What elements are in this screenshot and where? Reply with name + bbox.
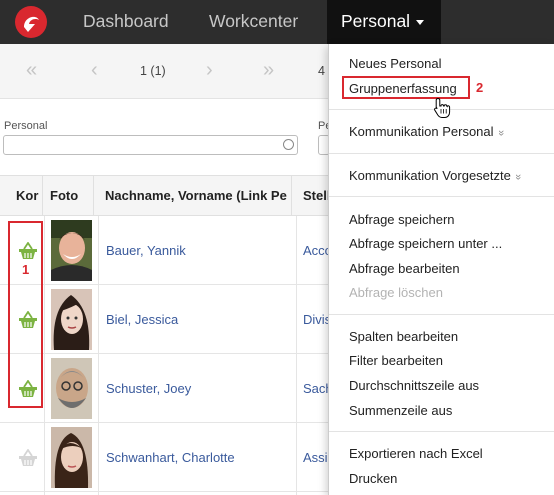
menu-divider — [329, 196, 554, 197]
column-divider — [44, 216, 45, 495]
nav-dashboard[interactable]: Dashboard — [72, 0, 180, 44]
table-row[interactable]: Biel, Jessica Divis — [0, 285, 330, 354]
record-count: 4 — [318, 64, 325, 78]
filter-personal-label: Personal — [4, 120, 48, 132]
menu-item-abfrage-loeschen: Abfrage löschen — [349, 285, 443, 300]
pager: « ‹ 1 (1) › » 4 — [0, 44, 330, 99]
menu-item-neues-personal[interactable]: Neues Personal — [349, 56, 442, 71]
double-chevron-down-icon: » — [494, 129, 507, 137]
column-divider — [296, 216, 297, 495]
caret-down-icon — [416, 19, 425, 25]
filter-personal-input[interactable] — [3, 135, 298, 155]
menu-item-kommunikation-personal-label: Kommunikation Personal — [349, 124, 494, 139]
top-navbar: Dashboard Workcenter Personal — [0, 0, 554, 44]
table-row[interactable]: Bauer, Yannik Acco — [0, 216, 330, 285]
annotation-label-1: 1 — [22, 262, 30, 277]
employee-name-link[interactable]: Biel, Jessica — [106, 285, 178, 354]
menu-item-kommunikation-personal[interactable]: Kommunikation Personal» — [349, 124, 507, 139]
employee-name-link[interactable]: Schuster, Joey — [106, 354, 191, 423]
nav-personal[interactable]: Personal — [327, 0, 441, 44]
employee-name-link[interactable]: Schwanhart, Charlotte — [106, 423, 235, 492]
menu-item-abfrage-speichern[interactable]: Abfrage speichern — [349, 212, 455, 227]
col-header-foto[interactable]: Foto — [44, 176, 94, 216]
page-indicator: 1 (1) — [140, 64, 166, 78]
menu-item-exportieren-excel[interactable]: Exportieren nach Excel — [349, 446, 483, 461]
col-header-kor[interactable]: Kor — [10, 176, 43, 216]
menu-divider — [329, 431, 554, 432]
menu-item-filter-bearbeiten[interactable]: Filter bearbeiten — [349, 353, 443, 368]
annotation-box-2 — [342, 76, 470, 99]
menu-divider — [329, 153, 554, 154]
col-header-stelle[interactable]: Stell — [297, 176, 330, 216]
annotation-label-2: 2 — [476, 80, 484, 95]
prev-page-icon[interactable]: ‹ — [91, 60, 98, 80]
menu-item-abfrage-speichern-unter[interactable]: Abfrage speichern unter ... — [349, 236, 502, 251]
employee-photo — [51, 427, 92, 488]
menu-item-kommunikation-vorgesetzte-label: Kommunikation Vorgesetzte — [349, 168, 511, 183]
employee-photo — [51, 289, 92, 350]
menu-item-kommunikation-vorgesetzte[interactable]: Kommunikation Vorgesetzte» — [349, 168, 524, 183]
employee-stelle-link[interactable]: Sach — [303, 354, 330, 423]
employee-stelle-link[interactable]: Acco — [303, 216, 330, 285]
first-page-icon[interactable]: « — [26, 60, 37, 80]
annotation-box-1 — [8, 221, 43, 408]
nav-workcenter[interactable]: Workcenter — [198, 0, 309, 44]
menu-item-summenzeile[interactable]: Summenzeile aus — [349, 403, 452, 418]
employee-name-link[interactable]: Bauer, Yannik — [106, 216, 186, 285]
hand-cursor-icon — [434, 97, 451, 118]
employee-stelle-link[interactable]: Divis — [303, 285, 330, 354]
next-page-icon[interactable]: › — [206, 60, 213, 80]
search-icon[interactable] — [283, 139, 294, 150]
employee-photo — [51, 358, 92, 419]
employee-photo — [51, 220, 92, 281]
basket-icon[interactable] — [18, 449, 38, 467]
menu-item-durchschnittszeile[interactable]: Durchschnittszeile aus — [349, 378, 479, 393]
col-header-name[interactable]: Nachname, Vorname (Link Pe — [99, 176, 292, 216]
menu-item-spalten-bearbeiten[interactable]: Spalten bearbeiten — [349, 329, 458, 344]
column-divider — [98, 216, 99, 495]
table-header: Kor Foto Nachname, Vorname (Link Pe Stel… — [0, 175, 330, 216]
table-row[interactable]: Schuster, Joey Sach — [0, 354, 330, 423]
menu-item-drucken[interactable]: Drucken — [349, 471, 397, 486]
employee-stelle-link[interactable]: Assi — [303, 423, 330, 492]
last-page-icon[interactable]: » — [263, 60, 274, 80]
double-chevron-down-icon: » — [511, 173, 524, 181]
nav-personal-label: Personal — [341, 11, 411, 31]
menu-item-abfrage-bearbeiten[interactable]: Abfrage bearbeiten — [349, 261, 460, 276]
table-row[interactable]: Schwanhart, Charlotte Assi — [0, 423, 330, 492]
menu-divider — [329, 314, 554, 315]
app-logo-icon[interactable] — [14, 5, 48, 39]
